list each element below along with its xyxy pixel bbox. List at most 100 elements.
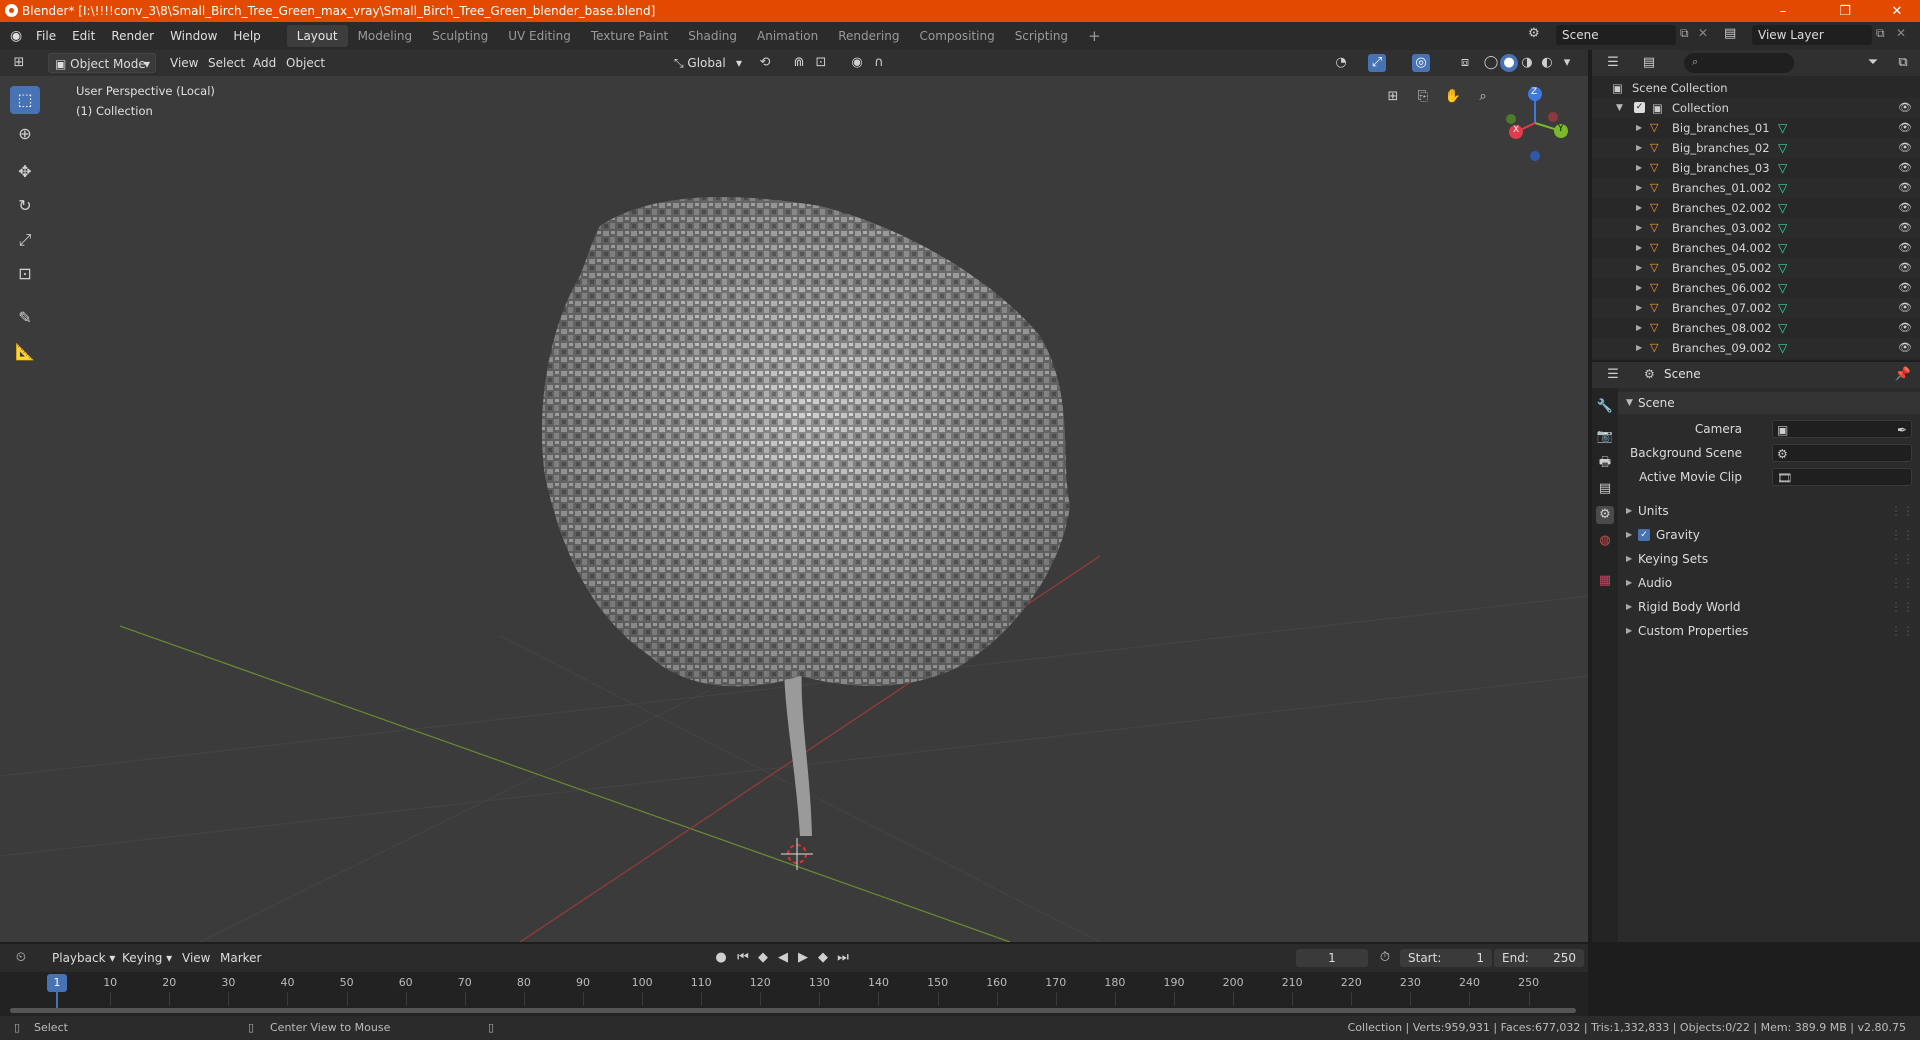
measure-tool-icon[interactable]: 📐 [10,338,40,366]
3d-cursor[interactable] [781,838,813,870]
expand-triangle-icon[interactable]: ▶ [1636,258,1642,278]
eye-icon[interactable]: 👁 [1898,118,1912,138]
mesh-data-icon[interactable]: ▽ [1778,138,1787,158]
new-view-layer-icon[interactable]: ⧉ [1876,26,1885,41]
eye-icon[interactable]: 👁 [1898,158,1912,178]
tab-animation[interactable]: Animation [747,25,828,47]
drag-handle-icon[interactable]: ⋮⋮ [1890,500,1914,522]
mesh-data-icon[interactable]: ▽ [1778,178,1787,198]
view-layer-selector[interactable]: View Layer [1752,25,1872,45]
menu-help[interactable]: Help [225,25,268,47]
view-layer-tab-icon[interactable]: ▤ [1596,480,1614,498]
expand-triangle-icon[interactable]: ▶ [1636,318,1642,338]
expand-triangle-icon[interactable]: ▶ [1636,138,1642,158]
transform-tool-icon[interactable]: ⊡ [10,260,40,288]
tab-sculpting[interactable]: Sculpting [422,25,498,47]
outliner-item[interactable]: ▶ ▽ Branches_04.002 ▽ 👁 [1592,238,1920,258]
tab-rendering[interactable]: Rendering [828,25,909,47]
timeline-body[interactable]: 1102030405060708090100110120130140150160… [0,972,1588,1016]
eye-icon[interactable]: 👁 [1898,138,1912,158]
mesh-data-icon[interactable]: ▽ [1778,198,1787,218]
gravity-checkbox[interactable]: ✓ [1638,529,1650,541]
play-icon[interactable]: ▶ [794,949,812,967]
tab-compositing[interactable]: Compositing [909,25,1004,47]
new-scene-icon[interactable]: ⧉ [1680,26,1689,41]
outliner-search-input[interactable]: ⌕ [1684,53,1794,73]
timeline-menu-marker[interactable]: Marker [214,948,267,968]
cursor-tool-icon[interactable]: ⊕ [10,120,40,148]
tab-uv-editing[interactable]: UV Editing [498,25,581,47]
eye-icon[interactable]: 👁 [1898,258,1912,278]
3d-viewport[interactable]: Z Y X User Perspective (Local) (1) Colle… [0,76,1588,942]
editor-type-icon[interactable]: ⊞ [10,54,28,72]
menu-edit[interactable]: Edit [64,25,103,47]
outliner-item[interactable]: ▶ ▽ Big_branches_03 ▽ 👁 [1592,158,1920,178]
outliner-item[interactable]: ▶ ▽ Branches_09.002 ▽ 👁 [1592,338,1920,358]
panel-gravity[interactable]: ▶ ✓ Gravity ⋮⋮ [1618,524,1920,546]
snap-target-icon[interactable]: ⊡ [812,54,830,72]
drag-handle-icon[interactable]: ⋮⋮ [1890,620,1914,642]
rotate-tool-icon[interactable]: ↻ [10,192,40,220]
expand-triangle-icon[interactable]: ▶ [1636,338,1642,358]
visibility-icon[interactable]: ◔ [1332,54,1350,72]
panel-units[interactable]: ▶ Units ⋮⋮ [1618,500,1920,522]
expand-triangle-icon[interactable]: ▶ [1636,198,1642,218]
record-icon[interactable]: ● [712,949,730,967]
outliner-item[interactable]: ▶ ▽ Big_branches_01 ▽ 👁 [1592,118,1920,138]
timeline-scrollbar[interactable] [10,1008,1576,1013]
properties-editor-type-icon[interactable]: ☰ [1604,366,1622,384]
panel-keying-sets[interactable]: ▶ Keying Sets ⋮⋮ [1618,548,1920,570]
zoom-icon[interactable]: ⌕ [1474,88,1492,106]
overlay-toggle-icon[interactable]: ◎ [1412,54,1430,72]
background-scene-field[interactable]: ⚙ [1772,444,1912,462]
snap-icon[interactable]: ⋒ [790,54,808,72]
collapse-triangle-icon[interactable]: ▼ [1616,98,1623,118]
move-tool-icon[interactable]: ✥ [10,158,40,186]
eye-icon[interactable]: 👁 [1898,338,1912,358]
tab-texture-paint[interactable]: Texture Paint [581,25,678,47]
mesh-data-icon[interactable]: ▽ [1778,278,1787,298]
start-frame-field[interactable]: Start: 1 [1400,949,1492,967]
output-tab-icon[interactable]: 🖶 [1596,454,1614,472]
timeline-menu-playback[interactable]: Playback ▾ [46,948,121,968]
eyedropper-icon[interactable]: ✒ [1897,419,1907,441]
jump-start-icon[interactable]: ⏮ [734,949,752,967]
delete-view-layer-icon[interactable]: ✕ [1896,26,1906,40]
outliner-item[interactable]: ▶ ▽ Branches_02.002 ▽ 👁 [1592,198,1920,218]
xray-icon[interactable]: ⧈ [1456,54,1474,72]
collection-checkbox[interactable]: ✓ [1634,102,1645,113]
world-tab-icon[interactable]: ◍ [1596,532,1614,550]
scene-selector[interactable]: Scene [1556,25,1676,45]
expand-triangle-icon[interactable]: ▶ [1636,238,1642,258]
mesh-data-icon[interactable]: ▽ [1778,158,1787,178]
rendered-shading-icon[interactable]: ◐ [1538,54,1556,72]
expand-triangle-icon[interactable]: ▶ [1636,158,1642,178]
scale-tool-icon[interactable]: ⤢ [10,226,40,254]
tab-scripting[interactable]: Scripting [1005,25,1078,47]
panel-custom-properties[interactable]: ▶ Custom Properties ⋮⋮ [1618,620,1920,642]
close-button[interactable]: ✕ [1874,0,1920,22]
mesh-data-icon[interactable]: ▽ [1778,118,1787,138]
texture-tab-icon[interactable]: ▦ [1596,572,1614,590]
timeline-editor-type-icon[interactable]: ⏲ [12,949,30,967]
viewport-menu-select[interactable]: Select [202,53,251,73]
mesh-data-icon[interactable]: ▽ [1778,258,1787,278]
eye-icon[interactable]: 👁 [1898,198,1912,218]
timeline-menu-keying[interactable]: Keying ▾ [116,948,178,968]
mesh-data-icon[interactable]: ▽ [1778,298,1787,318]
eye-icon[interactable]: 👁 [1898,278,1912,298]
camera-field[interactable]: ▣ ✒ [1772,420,1912,438]
expand-triangle-icon[interactable]: ▶ [1636,278,1642,298]
add-workspace-button[interactable]: + [1078,25,1111,47]
minimize-button[interactable]: – [1760,0,1806,22]
menu-window[interactable]: Window [162,25,225,47]
active-movie-clip-field[interactable]: 🎞 [1772,468,1912,486]
tab-layout[interactable]: Layout [286,25,348,47]
menu-render[interactable]: Render [103,25,162,47]
playhead-line[interactable] [56,992,58,1008]
mesh-data-icon[interactable]: ▽ [1778,238,1787,258]
expand-triangle-icon[interactable]: ▶ [1636,218,1642,238]
new-collection-icon[interactable]: ⧉ [1894,54,1912,72]
mesh-data-icon[interactable]: ▽ [1778,218,1787,238]
blender-menu-icon[interactable]: ◉ [10,28,28,44]
